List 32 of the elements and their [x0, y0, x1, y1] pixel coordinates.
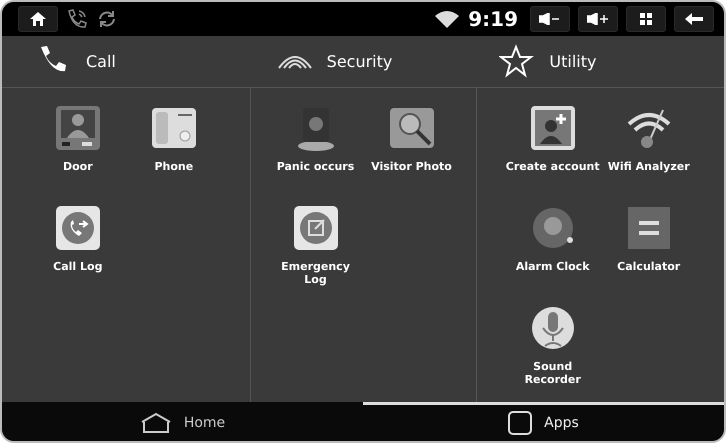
volume-up-icon — [587, 12, 609, 25]
recent-apps-button[interactable] — [626, 6, 666, 32]
app-shortcut[interactable]: Wifi Analyzer — [600, 102, 697, 202]
category-title: Utility — [549, 52, 596, 71]
wifi-icon — [434, 8, 460, 29]
home-outline-icon — [140, 412, 172, 434]
app-shortcut[interactable]: Panic occurs — [268, 102, 364, 202]
app-shortcut[interactable]: Phone — [126, 102, 222, 202]
home-button[interactable] — [18, 6, 58, 32]
app-shortcut[interactable]: Door — [30, 102, 126, 202]
app-shortcut[interactable]: Sound Recorder — [504, 302, 601, 402]
home-icon — [30, 12, 46, 26]
nav-tab[interactable]: Home — [2, 402, 363, 441]
app-shortcut[interactable]: Alarm Clock — [504, 202, 601, 302]
grid-icon — [640, 12, 652, 25]
app-shortcut[interactable]: Create account — [504, 102, 601, 202]
volume-down-button[interactable] — [530, 6, 570, 32]
app-shortcut[interactable]: Call Log — [30, 202, 126, 302]
phone-signal-icon — [66, 8, 88, 30]
back-button[interactable] — [674, 6, 714, 32]
back-arrow-icon — [685, 12, 703, 25]
app-shortcut[interactable]: Visitor Photo — [364, 102, 460, 202]
category-title: Security — [326, 52, 392, 71]
app-shortcut[interactable]: Emergency Log — [268, 202, 364, 302]
clock-time: 9:19 — [468, 6, 518, 31]
volume-up-button[interactable] — [578, 6, 618, 32]
category-title: Call — [86, 52, 116, 71]
square-icon — [508, 410, 532, 435]
nav-tab[interactable]: Apps — [363, 402, 724, 441]
volume-down-icon — [539, 12, 561, 25]
app-shortcut[interactable]: Calculator — [600, 202, 697, 302]
star-icon — [499, 44, 536, 78]
